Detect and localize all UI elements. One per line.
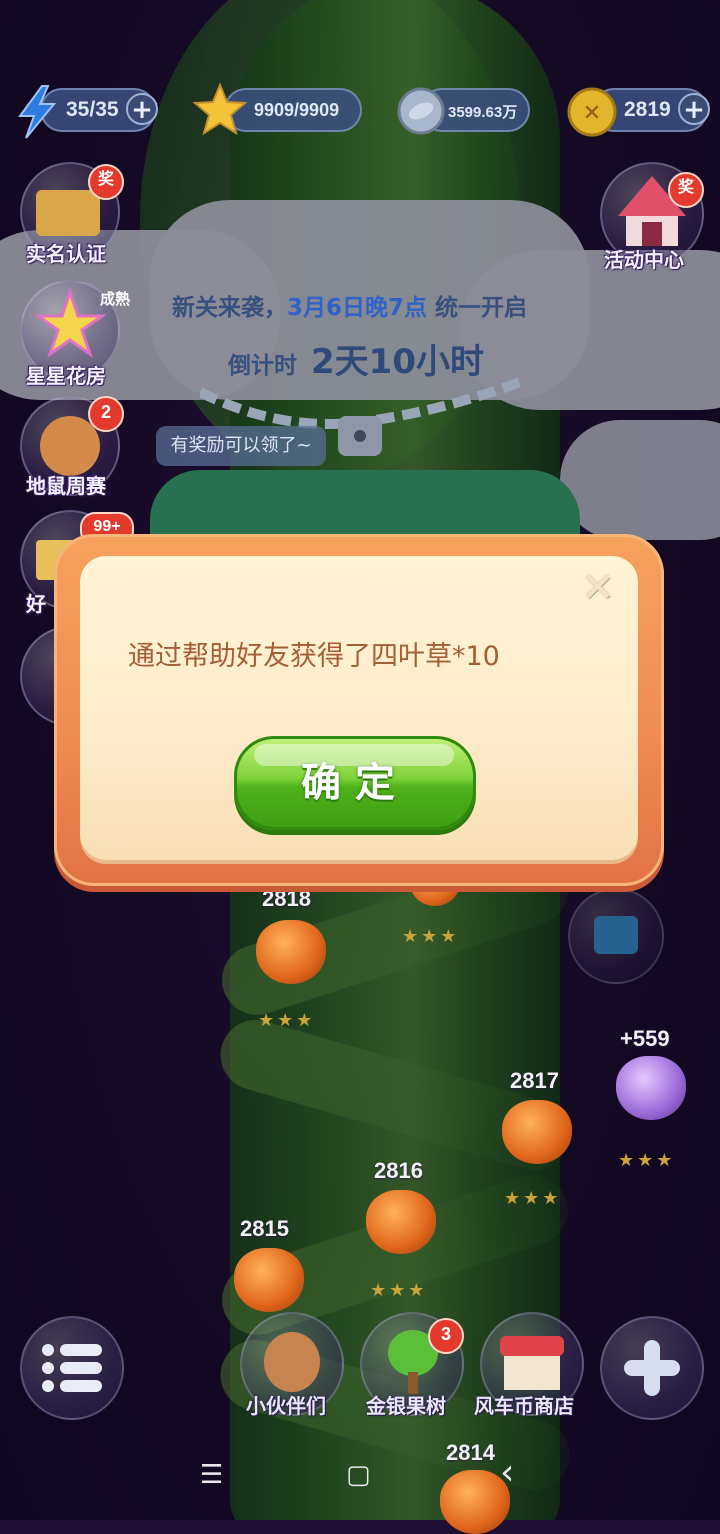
reward-tooltip: 有奖励可以领了~: [156, 426, 326, 466]
coin-icon: [397, 87, 445, 135]
level-number: 2818: [262, 886, 311, 911]
raccoon-icon: [264, 1332, 320, 1392]
star-value: 9909/9909: [254, 100, 340, 120]
level-stars: ★★★: [504, 1188, 562, 1209]
star-flower-house-label: 星星花房: [26, 364, 106, 388]
close-icon[interactable]: ✕: [578, 568, 618, 608]
bonus-label: +559: [620, 1026, 670, 1051]
level-stars: ★★★: [370, 1280, 428, 1301]
clover-coin-icon: ✕: [567, 87, 617, 137]
level-node-2816[interactable]: [366, 1190, 436, 1254]
level-number: 2815: [240, 1216, 289, 1241]
dialog-message: 通过帮助好友获得了四叶草*10: [128, 641, 500, 672]
lightning-icon: [18, 85, 57, 139]
svg-text:✕: ✕: [583, 101, 601, 126]
level-number: 2816: [374, 1158, 423, 1183]
level-node-2817[interactable]: [502, 1100, 572, 1164]
clover-coin-value: 2819: [624, 98, 671, 121]
coin-value: 3599.63万: [448, 104, 518, 121]
level-number: 2814: [446, 1440, 495, 1465]
event-center-label: 活动中心: [604, 248, 684, 272]
list-icon: [42, 1344, 102, 1392]
add-clover-coin-button[interactable]: +: [678, 93, 710, 125]
add-energy-button[interactable]: +: [126, 93, 158, 125]
mature-tag: 成熟: [100, 290, 131, 308]
system-back-icon[interactable]: ‹: [500, 1452, 514, 1493]
level-number: 2817: [510, 1068, 559, 1093]
level-stars: ★★★: [258, 1010, 316, 1031]
gold-silver-tree-label: 金银果树: [366, 1394, 446, 1418]
friends-label: 好: [26, 592, 46, 616]
plus-icon: [624, 1340, 680, 1396]
gopher-weekly-label: 地鼠周赛: [26, 474, 106, 498]
shop-icon: [500, 1336, 564, 1356]
announcement-line: 新关来袭，3月6日晚7点 统一开启: [172, 295, 528, 321]
level-node-2818[interactable]: [256, 920, 326, 984]
star-icon: [192, 82, 248, 136]
partners-label: 小伙伴们: [246, 1394, 326, 1418]
level-stars: ★★★: [402, 926, 460, 947]
system-menu-icon[interactable]: ☰: [200, 1460, 223, 1490]
tree-badge: 3: [428, 1318, 464, 1354]
event-reward-tag: 奖: [668, 172, 704, 208]
menu-button[interactable]: [20, 1316, 124, 1420]
level-stars: ★★★: [618, 1150, 676, 1171]
level-node-2815[interactable]: [234, 1248, 304, 1312]
bonus-node[interactable]: [616, 1056, 686, 1120]
real-name-auth-label: 实名认证: [26, 242, 106, 266]
energy-value: 35/35: [66, 98, 119, 121]
system-home-icon[interactable]: ▢: [346, 1460, 371, 1490]
reward-tag: 奖: [88, 164, 124, 200]
windmill-shop-label: 风车币商店: [474, 1394, 574, 1418]
notification-badge: 2: [88, 396, 124, 432]
add-button[interactable]: [600, 1316, 704, 1420]
id-card-icon: [36, 190, 100, 236]
